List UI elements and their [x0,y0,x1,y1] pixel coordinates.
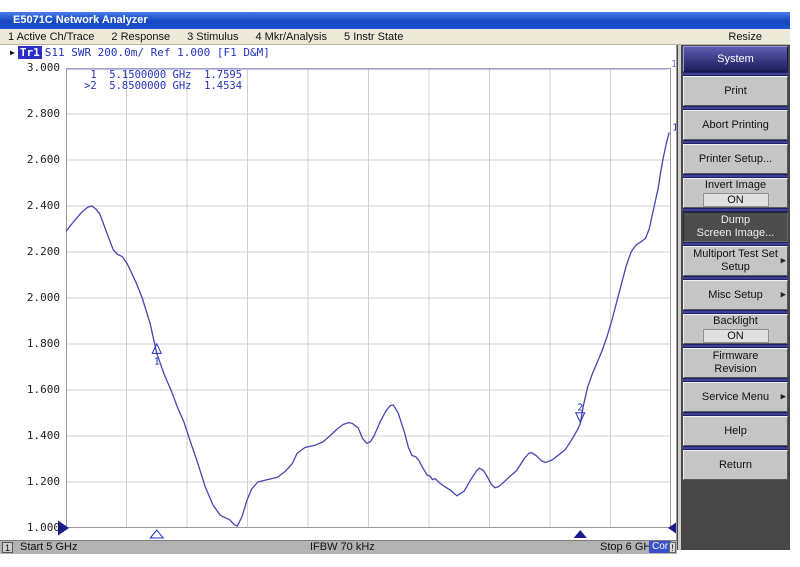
submenu-arrow-icon: ▶ [781,289,786,302]
softkey-label: Revision [714,363,756,376]
softkey-label: Invert Image [705,179,766,192]
softkey-help[interactable]: Help [683,416,788,446]
softkey-menu-title: System [683,46,788,72]
softkey-label: Help [724,425,747,438]
status-bar: 1 Start 5 GHz IFBW 70 kHz Stop 6 GHz Cor… [0,540,677,554]
start-frequency-label: Start 5 GHz [20,541,77,554]
marker-readout: 1 5.1500000 GHz 1.7595 >2 5.8500000 GHz … [84,70,242,92]
data-trace [66,132,669,526]
y-axis-tick-label: 1.200 [0,475,60,488]
window-titlebar[interactable]: E5071C Network Analyzer [0,12,790,29]
trace1-format-text: S11 SWR 200.0m/ Ref 1.000 [F1 D&M] [45,46,270,59]
e5071c-screen: E5071C Network Analyzer 1 Active Ch/Trac… [0,0,800,567]
softkey-label: Printer Setup... [699,153,772,166]
y-axis-tick-label: 1.000 [0,521,60,534]
softkey-abort-printing[interactable]: Abort Printing [683,110,788,140]
softkey-label: Service Menu [702,391,769,404]
y-axis-tick-label: 1.800 [0,337,60,350]
softkey-invert-image[interactable]: Invert ImageON [683,178,788,208]
menu-bar: 1 Active Ch/Trace 2 Response 3 Stimulus 4 M… [0,29,790,45]
ifbw-label: IFBW 70 kHz [310,541,375,554]
softkey-multiport-test-set-setup[interactable]: Multiport Test SetSetup ▶ [683,246,788,276]
softkey-label: Return [719,459,752,472]
marker-1-number: 1 [154,356,160,367]
softkey-label: Misc Setup [708,289,762,302]
softkey-state-box: ON [703,329,769,343]
y-axis-tick-label: 2.200 [0,245,60,258]
graticule: 1112 [66,68,671,528]
softkey-label: Screen Image... [697,227,775,240]
menu-item-3-stimulus[interactable]: 3 Stimulus [187,29,238,44]
submenu-arrow-icon: ▶ [781,391,786,404]
softkey-label: Abort Printing [702,119,769,132]
sidebar-edge-strip [678,45,681,550]
y-axis-tick-label: 3.000 [0,61,60,74]
menu-item-4-mkr-analysis[interactable]: 4 Mkr/Analysis [255,29,327,44]
softkey-label: Print [724,85,747,98]
softkey-label: Dump [721,214,750,227]
sweep-indicator: ! [669,542,676,553]
trace-plot: 1112 [66,68,671,528]
softkey-label: Backlight [713,315,758,328]
y-axis-tick-label: 2.400 [0,199,60,212]
softkey-return[interactable]: Return [683,450,788,480]
softkey-print[interactable]: Print [683,76,788,106]
softkey-state-box: ON [703,193,769,207]
marker-1-stimulus-icon[interactable] [150,530,163,538]
y-axis-tick-label: 2.800 [0,107,60,120]
submenu-arrow-icon: ▶ [781,255,786,268]
menu-item-1-active-ch-trace[interactable]: 1 Active Ch/Trace [8,29,94,44]
window-title: E5071C Network Analyzer [13,14,148,26]
menu-item-2-response[interactable]: 2 Response [111,29,170,44]
softkey-sidebar: System Print Abort Printing Printer Setup.… [676,45,790,550]
y-axis-tick-label: 2.000 [0,291,60,304]
softkey-printer-setup[interactable]: Printer Setup... [683,144,788,174]
softkey-label: Setup [721,261,750,274]
softkey-label: Multiport Test Set [693,248,778,261]
softkey-label: Firmware [713,350,759,363]
marker-2-number: 2 [577,403,583,414]
softkey-backlight[interactable]: BacklightON [683,314,788,344]
y-axis-tick-label: 1.600 [0,383,60,396]
y-axis-tick-label: 1.400 [0,429,60,442]
marker-2-stimulus-icon[interactable] [574,530,587,538]
active-trace-arrow-icon: ▶ [10,48,15,57]
trace1-badge[interactable]: Tr1 [18,46,42,59]
y-axis-tick-label: 2.600 [0,153,60,166]
resize-button[interactable]: Resize [728,29,790,44]
softkey-service-menu[interactable]: Service Menu ▶ [683,382,788,412]
trace-status-line: ▶Tr1S11 SWR 200.0m/ Ref 1.000 [F1 D&M] [10,46,270,59]
softkey-button-list: Print Abort Printing Printer Setup... Inver… [677,72,790,480]
channel-number-box: 1 [2,542,13,553]
correction-badge: Cor [649,541,671,553]
softkey-firmware-revision[interactable]: FirmwareRevision [683,348,788,378]
menu-item-5-instr-state[interactable]: 5 Instr State [344,29,403,44]
softkey-dump-screen-image[interactable]: DumpScreen Image... [683,212,788,242]
softkey-misc-setup[interactable]: Misc Setup ▶ [683,280,788,310]
